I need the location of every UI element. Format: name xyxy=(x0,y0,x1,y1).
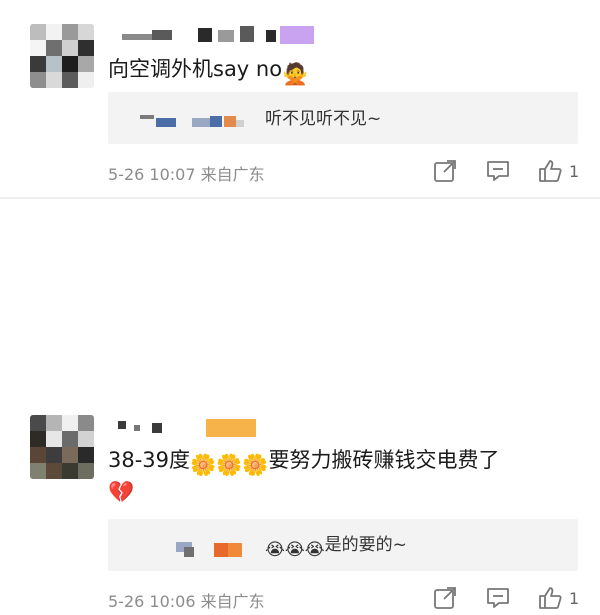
broken-heart-emoji: 💔 xyxy=(108,480,135,504)
comment-text-body: 向空调外机say no xyxy=(108,57,283,81)
share-icon[interactable] xyxy=(432,585,458,611)
comment-text: 38-39度🌼🌼🌼要努力搬砖赚钱交电费了 xyxy=(108,447,499,478)
comment-item: 38-39度🌼🌼🌼要努力搬砖赚钱交电费了 💔 😭😭😭是的要的~ 5-26 10:… xyxy=(0,199,600,611)
comment-meta: 5-26 10:07 来自广东 xyxy=(108,161,265,185)
thumbs-up-icon[interactable] xyxy=(537,158,563,184)
timestamp: 5-26 10:07 xyxy=(108,165,196,184)
share-icon[interactable] xyxy=(432,158,458,184)
comment-icon[interactable] xyxy=(485,585,511,611)
like-count: 1 xyxy=(569,589,580,608)
comment-text-tail: 要努力搬砖赚钱交电费了 xyxy=(268,448,500,472)
no-gesture-emoji: 🙅 xyxy=(282,62,309,86)
thumbs-up-icon[interactable] xyxy=(537,585,563,611)
reply-text-body: 是的要的~ xyxy=(324,535,407,555)
location: 来自广东 xyxy=(200,592,265,611)
like-count: 1 xyxy=(569,162,580,181)
timestamp: 5-26 10:06 xyxy=(108,592,196,611)
reply-text: 😭😭😭是的要的~ xyxy=(265,534,407,561)
location: 来自广东 xyxy=(200,165,265,184)
comment-meta: 5-26 10:06 来自广东 xyxy=(108,588,265,612)
comment-text: 向空调外机say no🙅 xyxy=(108,56,308,87)
reply-text: 听不见听不见~ xyxy=(265,109,382,129)
crying-emoji: 😭😭😭 xyxy=(265,540,325,560)
avatar[interactable] xyxy=(30,415,94,479)
comment-icon[interactable] xyxy=(485,158,511,184)
comment-text-body: 38-39度 xyxy=(108,448,191,472)
sunflower-emoji: 🌼🌼🌼 xyxy=(190,453,269,477)
comment-item: 向空调外机say no🙅 听不见听不见~ 5-26 10:07 来自广东 1 xyxy=(0,0,600,198)
avatar[interactable] xyxy=(30,24,94,88)
